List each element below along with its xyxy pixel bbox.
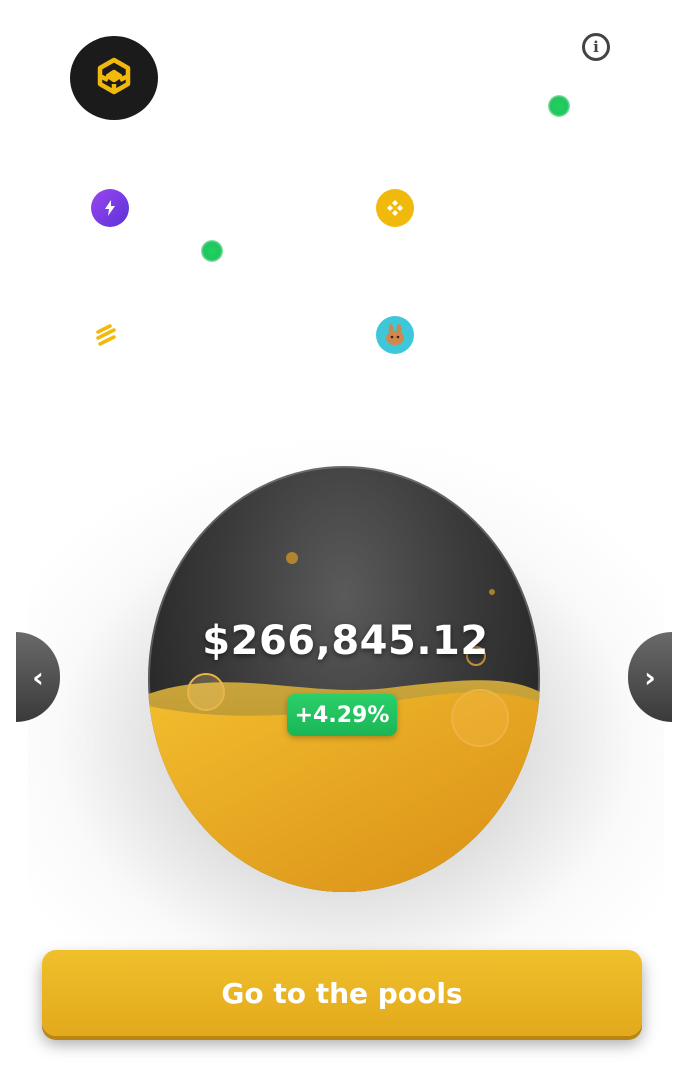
status-dot — [201, 240, 223, 262]
orb-shell — [148, 466, 540, 892]
binance-logo-icon — [70, 36, 158, 120]
orb-liquid — [148, 552, 540, 892]
info-icon[interactable]: i — [582, 33, 610, 61]
pool-total-value: $266,845.12 — [202, 618, 489, 664]
bnb-token-icon — [376, 189, 414, 227]
chevron-right-icon: › — [644, 660, 656, 694]
go-to-pools-button[interactable]: Go to the pools — [42, 950, 642, 1036]
pancakeswap-token-icon — [376, 316, 414, 354]
status-dot — [548, 95, 570, 117]
info-label: i — [593, 38, 599, 56]
chevron-left-icon: ‹ — [32, 660, 44, 694]
pool-orb — [148, 466, 540, 892]
lightning-token-icon — [91, 189, 129, 227]
change-badge: +4.29% — [287, 694, 397, 736]
stacked-lines-token-icon — [86, 316, 124, 354]
